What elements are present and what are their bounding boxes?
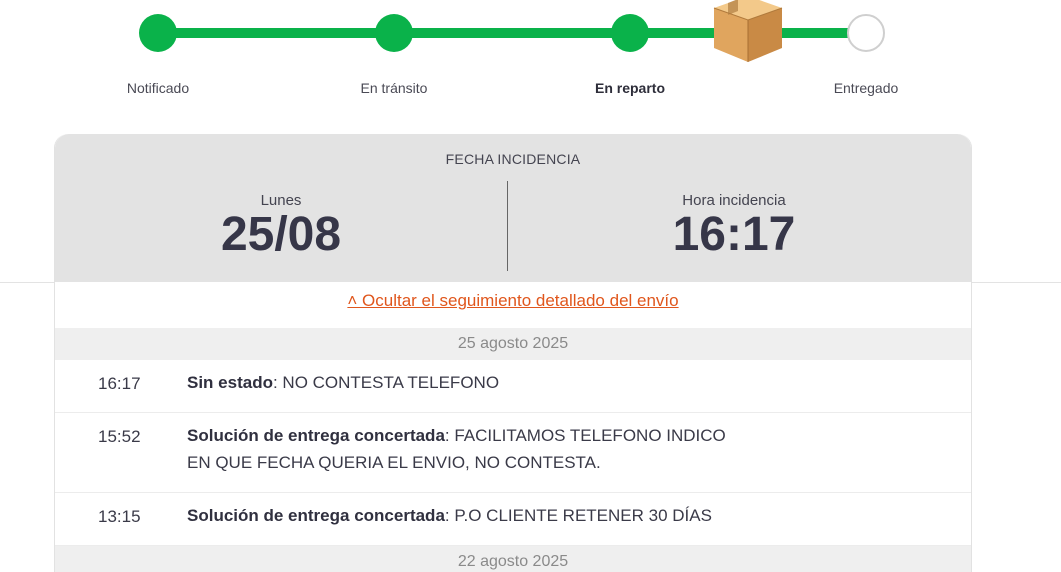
incident-divider bbox=[507, 181, 508, 271]
event-time: 13:15 bbox=[98, 507, 141, 526]
event-detail: : NO CONTESTA TELEFONO bbox=[272, 373, 500, 392]
history-date-separator: 25 agosto 2025 bbox=[55, 328, 971, 360]
incident-time: 16:17 bbox=[672, 208, 796, 261]
step-dot-notificado bbox=[139, 14, 177, 52]
event-status: Solución de entrega concertada bbox=[187, 426, 445, 445]
incident-time-label: Hora incidencia bbox=[682, 192, 786, 209]
incident-card: FECHA INCIDENCIA Lunes 25/08 Hora incide… bbox=[54, 134, 972, 572]
incident-time-block: Hora incidencia 16:17 bbox=[584, 192, 884, 261]
event-time: 16:17 bbox=[98, 374, 141, 393]
progress-bar-segment bbox=[158, 28, 394, 38]
event-detail: : P.O CLIENTE RETENER 30 DÍAS bbox=[444, 506, 712, 525]
step-label-entregado: Entregado bbox=[833, 80, 899, 96]
incident-header: FECHA INCIDENCIA Lunes 25/08 Hora incide… bbox=[55, 134, 971, 282]
step-dot-entregado bbox=[847, 14, 885, 52]
incident-day-label: Lunes bbox=[260, 192, 302, 209]
event-time: 15:52 bbox=[98, 427, 141, 446]
history-date-separator: 22 agosto 2025 bbox=[55, 546, 971, 572]
history-event: 13:15 Solución de entrega concertada: P.… bbox=[55, 493, 971, 546]
history-event: 15:52 Solución de entrega concertada: FA… bbox=[55, 413, 971, 493]
progress-bar-segment bbox=[394, 28, 630, 38]
step-dot-en-reparto bbox=[611, 14, 649, 52]
package-box-icon bbox=[713, 0, 783, 62]
shipment-tracking-page: Notificado En tránsito En reparto Entreg… bbox=[0, 0, 1061, 572]
step-label-notificado: Notificado bbox=[126, 80, 190, 96]
step-dot-en-transito bbox=[375, 14, 413, 52]
event-description: Solución de entrega concertada: FACILITA… bbox=[187, 422, 727, 476]
tracking-history: 25 agosto 2025 16:17 Sin estado: NO CONT… bbox=[55, 328, 971, 572]
incident-title: FECHA INCIDENCIA bbox=[445, 151, 581, 167]
event-status: Solución de entrega concertada bbox=[187, 506, 445, 525]
hide-detailed-tracking-link[interactable]: ˄ Ocultar el seguimiento detallado del e… bbox=[55, 282, 971, 328]
event-description: Sin estado: NO CONTESTA TELEFONO bbox=[187, 369, 727, 396]
event-description: Solución de entrega concertada: P.O CLIE… bbox=[187, 502, 727, 529]
event-status: Sin estado bbox=[187, 373, 273, 392]
step-label-en-transito: En tránsito bbox=[360, 80, 428, 96]
history-event: 16:17 Sin estado: NO CONTESTA TELEFONO bbox=[55, 360, 971, 413]
incident-date: 25/08 bbox=[220, 208, 342, 261]
incident-date-block: Lunes 25/08 bbox=[131, 192, 431, 261]
step-label-en-reparto: En reparto bbox=[594, 80, 665, 96]
delivery-progress-tracker: Notificado En tránsito En reparto Entreg… bbox=[0, 0, 1061, 110]
